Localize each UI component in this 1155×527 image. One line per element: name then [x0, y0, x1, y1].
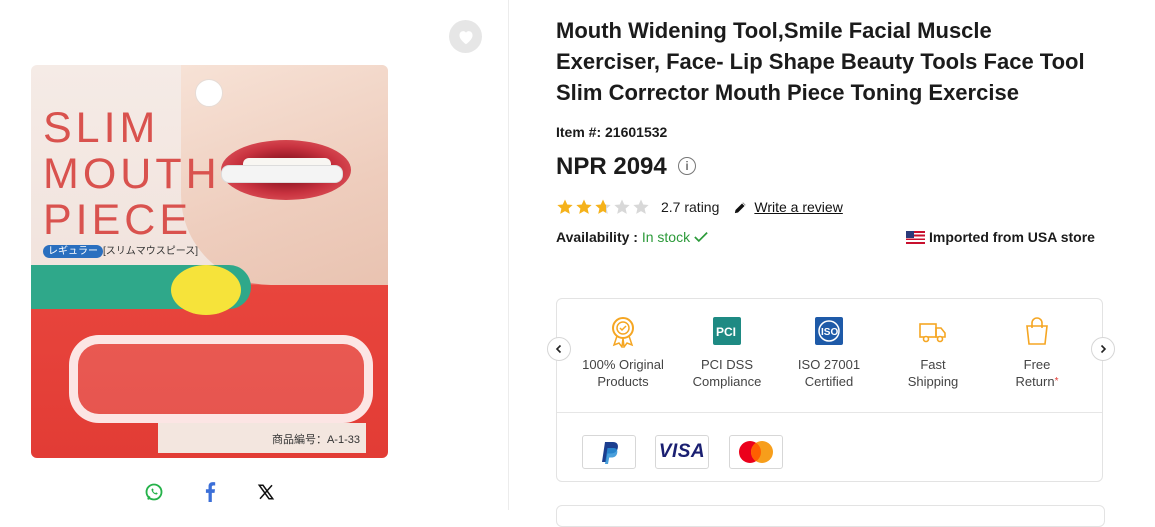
price-info-icon[interactable]: i — [678, 157, 696, 175]
chevron-left-icon — [555, 344, 562, 354]
write-review-link[interactable]: Write a review — [733, 199, 843, 215]
pencil-icon — [735, 202, 746, 213]
availability: Availability : In stock — [556, 229, 708, 245]
feature-free-return: Free Return* — [987, 316, 1087, 390]
star-full-icon — [576, 199, 592, 214]
heart-icon — [458, 30, 473, 44]
product-image[interactable]: SLIM MOUTH PIECE レギュラー [スリムマウスピース] 商品編号：A… — [31, 65, 388, 458]
price: NPR 2094 — [556, 153, 667, 180]
us-flag-icon — [906, 230, 925, 244]
payment-paypal — [582, 435, 636, 469]
check-icon — [694, 232, 708, 243]
card-divider — [557, 412, 1102, 413]
feature-iso: ISO ISO 27001 Certified — [779, 316, 879, 390]
feature-fast-shipping: Fast Shipping — [883, 316, 983, 390]
payment-visa: VISA — [655, 435, 709, 469]
whatsapp-icon — [145, 483, 163, 501]
rating-text: 2.7 rating — [661, 199, 720, 215]
wishlist-button[interactable] — [449, 20, 482, 53]
share-whatsapp[interactable] — [143, 481, 165, 503]
svg-text:ISO: ISO — [821, 327, 838, 338]
imported-from: Imported from USA store — [906, 229, 1095, 245]
product-title: Mouth Widening Tool,Smile Facial Muscle … — [556, 18, 1085, 105]
x-icon — [257, 484, 275, 500]
mastercard-icon — [739, 441, 773, 463]
package-yellow-badge — [171, 265, 241, 315]
feature-pci: PCI PCI DSS Compliance — [677, 316, 777, 390]
truck-icon — [919, 323, 946, 343]
star-empty-icon — [614, 199, 630, 214]
trust-card: 100% Original Products PCI PCI DSS Complia… — [556, 298, 1103, 482]
bag-icon — [1026, 317, 1048, 345]
share-facebook[interactable] — [199, 481, 221, 503]
svg-text:PCI: PCI — [716, 325, 736, 339]
carousel-next-button[interactable] — [1091, 337, 1115, 361]
mouth-piece-product — [69, 335, 373, 423]
rating-row: 2.7 rating Write a review — [556, 198, 843, 216]
pci-icon: PCI — [713, 317, 741, 345]
iso-icon: ISO — [815, 317, 843, 345]
carousel-prev-button[interactable] — [547, 337, 571, 361]
feature-original: 100% Original Products — [573, 316, 673, 390]
star-partial-icon — [595, 199, 611, 214]
share-x[interactable] — [255, 481, 277, 503]
package-subtitle: レギュラー [スリムマウスピース] — [43, 242, 198, 258]
item-number: Item #: 21601532 — [556, 124, 668, 140]
star-empty-icon — [633, 199, 649, 214]
stock-status: In stock — [641, 229, 691, 245]
next-section-card — [556, 505, 1105, 527]
star-full-icon — [557, 199, 573, 214]
facebook-icon — [205, 482, 216, 502]
product-gallery: SLIM MOUTH PIECE レギュラー [スリムマウスピース] 商品編号：A… — [0, 0, 509, 510]
paypal-icon — [602, 442, 618, 464]
mouth-piece-in-use — [221, 165, 343, 183]
package-hang-hole — [195, 79, 223, 107]
badge-icon — [612, 317, 634, 348]
star-rating — [556, 198, 650, 216]
chevron-right-icon — [1100, 344, 1107, 354]
package-bottom-label: 商品編号：A-1-33 — [158, 423, 366, 453]
package-title: SLIM MOUTH PIECE — [43, 104, 221, 244]
payment-mastercard — [729, 435, 783, 469]
